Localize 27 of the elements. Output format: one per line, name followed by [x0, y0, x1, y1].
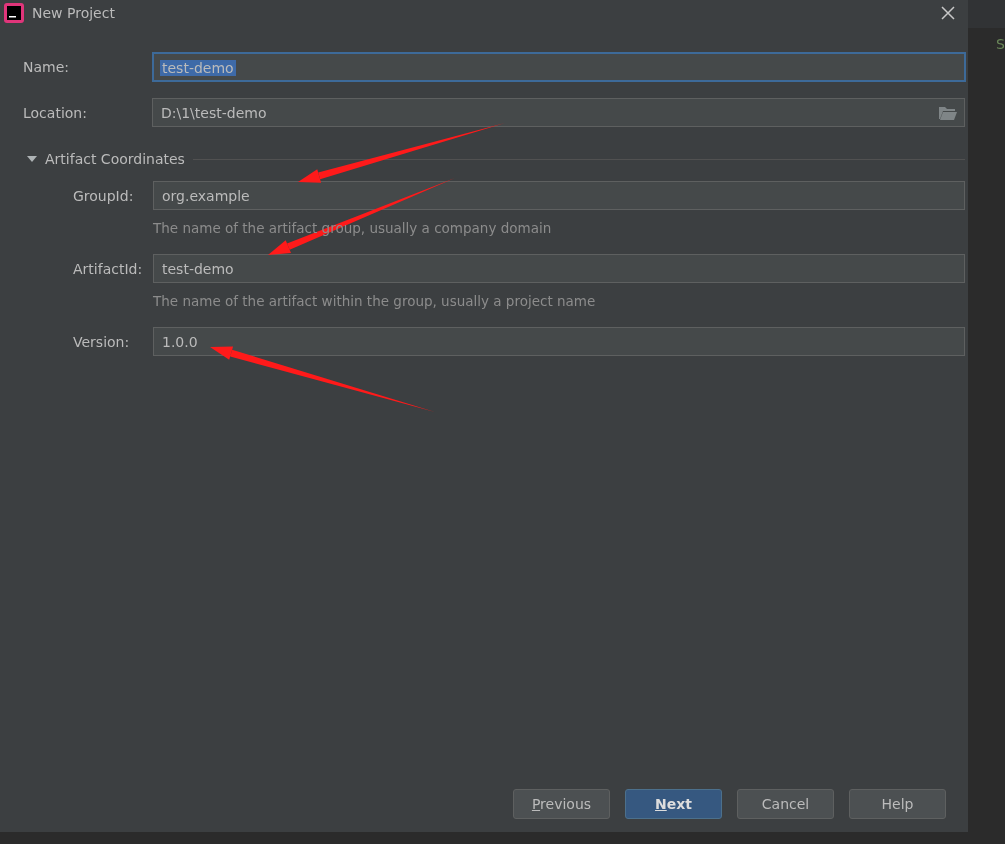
window-title: New Project [32, 5, 116, 21]
collapse-triangle-icon[interactable] [27, 154, 37, 164]
field-label: ArtifactId: [73, 260, 144, 277]
field-label: Name: [23, 59, 71, 75]
field-value: 1.0.0 [161, 333, 199, 350]
selected-text: test-demo [160, 59, 236, 76]
field-value: D:\1\test-demo [160, 104, 268, 121]
dialog-button[interactable]: Previous [513, 789, 610, 819]
field-hint: The name of the artifact within the group, usually a project name [153, 293, 597, 309]
dialog-button[interactable]: Help [849, 789, 946, 819]
dialog-button[interactable]: Cancel [737, 789, 834, 819]
section-title: Artifact Coordinates [45, 151, 185, 167]
close-button[interactable] [940, 5, 956, 21]
text-field[interactable]: D:\1\test-demo [152, 98, 965, 127]
field-label: GroupId: [73, 187, 135, 204]
text-field[interactable]: test-demo [153, 254, 965, 283]
text-field[interactable]: test-demo [152, 52, 966, 82]
primary-button[interactable]: Next [625, 789, 722, 819]
folder-icon[interactable] [939, 105, 957, 120]
field-value: test-demo [161, 260, 235, 277]
field-label: Location: [23, 104, 88, 121]
app-logo-icon [4, 3, 24, 23]
text-field[interactable]: 1.0.0 [153, 327, 965, 356]
text-field[interactable]: org.example [153, 181, 965, 210]
field-value: org.example [161, 187, 251, 204]
field-label: Version: [73, 333, 131, 350]
code-text: S [995, 35, 1005, 52]
